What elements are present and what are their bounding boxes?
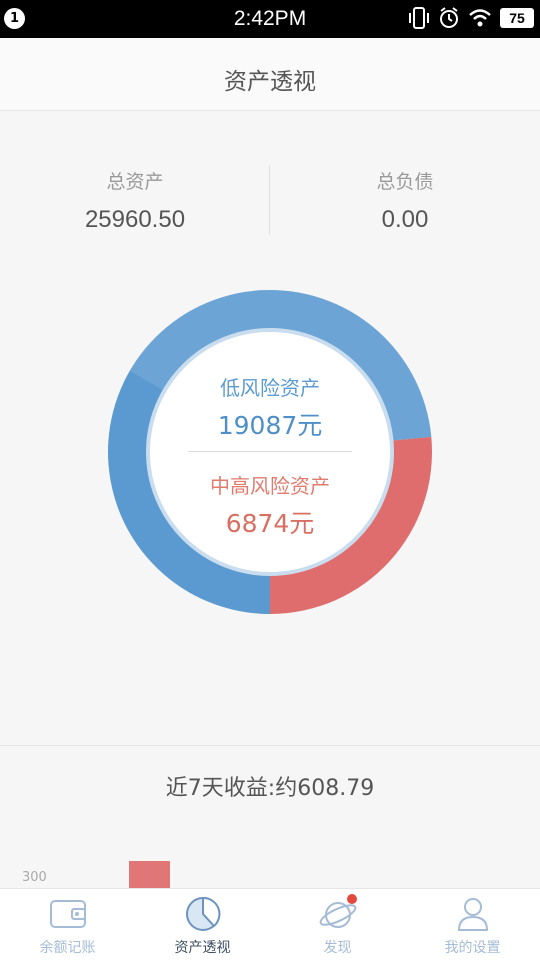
tab-discover[interactable]: 发现 — [270, 889, 405, 961]
seven-day-earnings: 近7天收益:约608.79 — [165, 776, 375, 801]
wifi-icon — [469, 9, 491, 27]
donut-center-labels: 低风险资产 19087元 中高风险资产 6874元 — [150, 320, 390, 560]
tab-balance[interactable]: 余额记账 — [0, 889, 135, 961]
asset-summary: 总资产 25960.50 总负债 0.00 — [0, 150, 540, 250]
notification-dot — [347, 894, 357, 904]
tab-label: 发现 — [323, 940, 352, 956]
high-risk-value: 6874元 — [225, 509, 315, 538]
status-icons: 75 — [408, 6, 534, 30]
tab-label: 我的设置 — [444, 940, 501, 956]
total-liabilities-value: 0.00 — [381, 206, 429, 233]
page-header: 资产透视 — [0, 38, 540, 111]
vibrate-icon — [409, 7, 429, 29]
alarm-icon — [440, 7, 458, 28]
total-assets-label: 总资产 — [106, 171, 164, 193]
tab-label: 资产透视 — [174, 940, 231, 956]
user-icon — [457, 898, 489, 931]
total-assets[interactable]: 总资产 25960.50 — [0, 150, 270, 234]
tab-asset-view[interactable]: 资产透视 — [135, 889, 270, 961]
high-risk-label: 中高风险资产 — [210, 474, 330, 498]
pie-chart-icon — [186, 896, 221, 931]
total-liabilities-label: 总负债 — [376, 171, 434, 193]
total-assets-value: 25960.50 — [84, 206, 186, 233]
tab-settings[interactable]: 我的设置 — [405, 889, 540, 961]
earnings-section: 近7天收益:约608.79 300 — [0, 745, 540, 889]
center-divider — [188, 451, 352, 452]
low-risk-value: 19087元 — [217, 411, 323, 440]
page-title: 资产透视 — [224, 69, 316, 95]
chart-axis-tick: 300 — [22, 870, 47, 885]
earnings-bar — [129, 861, 170, 889]
low-risk-label: 低风险资产 — [220, 376, 320, 400]
tab-label: 余额记账 — [39, 940, 96, 956]
wallet-icon — [50, 900, 86, 928]
battery-icon: 75 — [500, 8, 534, 28]
bottom-tab-bar: 余额记账 资产透视 发现 我的设置 — [0, 888, 540, 961]
status-bar: 1 2:42PM 75 — [0, 0, 540, 38]
total-liabilities[interactable]: 总负债 0.00 — [270, 150, 540, 234]
